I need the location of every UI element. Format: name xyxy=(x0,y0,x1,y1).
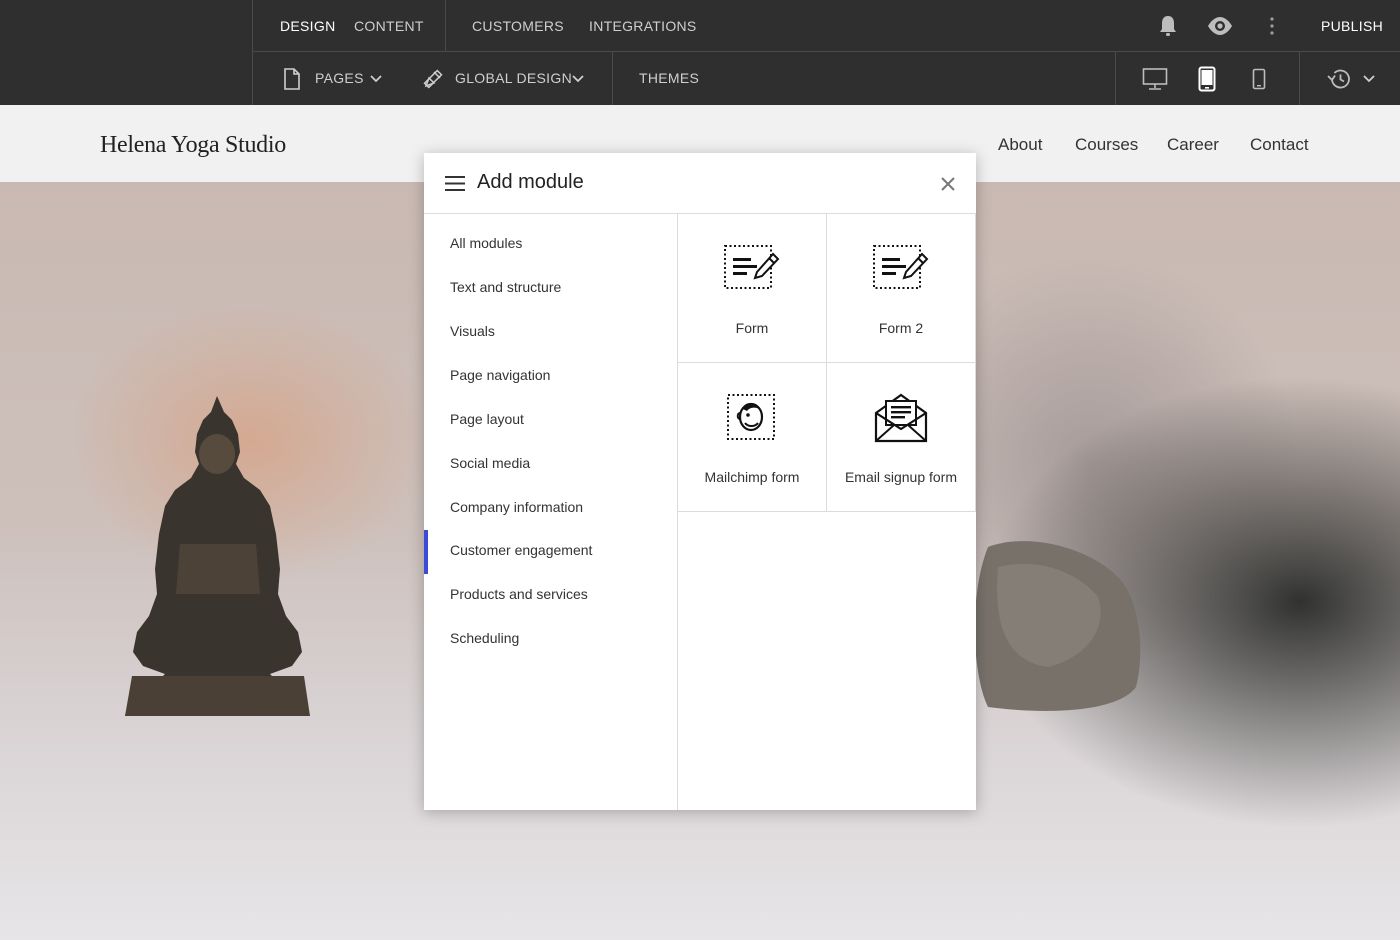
category-page-navigation[interactable]: Page navigation xyxy=(424,355,677,399)
category-label: Customer engagement xyxy=(450,542,593,558)
module-tile-email-signup-form[interactable]: Email signup form xyxy=(827,363,976,512)
tab-design[interactable]: DESIGN xyxy=(280,18,335,34)
category-label: Visuals xyxy=(450,323,495,339)
themes-menu[interactable]: THEMES xyxy=(639,70,699,86)
category-social-media[interactable]: Social media xyxy=(424,443,677,487)
category-label: Scheduling xyxy=(450,630,520,646)
publish-button[interactable]: PUBLISH xyxy=(1321,18,1383,34)
category-label: Social media xyxy=(450,455,531,471)
eye-icon[interactable] xyxy=(1206,14,1234,38)
envelope-icon xyxy=(874,393,928,443)
topbar-main-row: DESIGN CONTENT CUSTOMERS INTEGRATIONS PU… xyxy=(253,0,1400,52)
module-label: Email signup form xyxy=(844,469,958,485)
category-label: Text and structure xyxy=(450,279,562,295)
chevron-down-icon[interactable] xyxy=(571,72,585,86)
category-label: Page layout xyxy=(450,411,524,427)
bell-icon[interactable] xyxy=(1156,13,1180,39)
module-grid: Form Form 2 Mailchimp form Email signup … xyxy=(678,214,976,810)
category-page-layout[interactable]: Page layout xyxy=(424,399,677,443)
site-nav-about[interactable]: About xyxy=(998,135,1042,155)
selection-indicator xyxy=(424,530,428,574)
history-icon[interactable] xyxy=(1324,65,1354,93)
category-products-and-services[interactable]: Products and services xyxy=(424,574,677,618)
form-icon xyxy=(873,245,929,289)
category-all-modules[interactable]: All modules xyxy=(424,223,677,267)
mobile-icon[interactable] xyxy=(1251,67,1267,91)
chevron-down-icon[interactable] xyxy=(1362,72,1376,86)
global-design-menu[interactable]: GLOBAL DESIGN xyxy=(455,70,572,86)
mailchimp-icon xyxy=(727,394,775,440)
category-customer-engagement[interactable]: Customer engagement xyxy=(424,530,677,574)
hamburger-menu-icon[interactable] xyxy=(445,175,465,192)
rock-image xyxy=(974,541,1141,711)
desktop-icon[interactable] xyxy=(1141,66,1169,92)
add-module-dialog: Add module All modules Text and structur… xyxy=(424,153,976,810)
site-nav-contact[interactable]: Contact xyxy=(1250,135,1309,155)
dialog-title: Add module xyxy=(477,171,584,193)
pencil-ruler-icon xyxy=(421,67,445,91)
module-label: Mailchimp form xyxy=(704,469,800,485)
category-label: All modules xyxy=(450,235,523,251)
editor-topbar: DESIGN CONTENT CUSTOMERS INTEGRATIONS PU… xyxy=(0,0,1400,105)
tab-content[interactable]: CONTENT xyxy=(354,18,424,34)
category-label: Products and services xyxy=(450,586,588,602)
category-visuals[interactable]: Visuals xyxy=(424,311,677,355)
category-label: Page navigation xyxy=(450,367,551,383)
tab-integrations[interactable]: INTEGRATIONS xyxy=(589,18,697,34)
more-vertical-icon[interactable] xyxy=(1264,13,1280,39)
topbar-sub-row: PAGES GLOBAL DESIGN THEMES xyxy=(253,52,1400,105)
divider xyxy=(1299,52,1300,105)
form-icon xyxy=(724,245,780,289)
divider xyxy=(445,0,446,52)
module-tile-form[interactable]: Form xyxy=(678,214,827,363)
category-text-and-structure[interactable]: Text and structure xyxy=(424,267,677,311)
divider xyxy=(1115,52,1116,105)
module-category-list: All modules Text and structure Visuals P… xyxy=(424,214,678,810)
site-nav-courses[interactable]: Courses xyxy=(1075,135,1138,155)
page-icon xyxy=(282,67,302,91)
divider xyxy=(612,52,613,105)
tab-customers[interactable]: CUSTOMERS xyxy=(472,18,564,34)
category-company-information[interactable]: Company information xyxy=(424,487,677,531)
site-title[interactable]: Helena Yoga Studio xyxy=(100,132,286,159)
pages-menu[interactable]: PAGES xyxy=(315,70,364,86)
module-tile-mailchimp-form[interactable]: Mailchimp form xyxy=(678,363,827,512)
close-icon[interactable] xyxy=(939,175,957,193)
tablet-icon[interactable] xyxy=(1197,65,1217,93)
site-nav-career[interactable]: Career xyxy=(1167,135,1219,155)
chevron-down-icon[interactable] xyxy=(369,72,383,86)
dialog-header: Add module xyxy=(424,153,976,214)
buddha-statue-image xyxy=(125,396,310,716)
module-label: Form 2 xyxy=(878,320,924,336)
module-tile-form-2[interactable]: Form 2 xyxy=(827,214,976,363)
topbar-left-blank xyxy=(0,0,253,105)
category-label: Company information xyxy=(450,499,584,515)
category-scheduling[interactable]: Scheduling xyxy=(424,618,677,662)
module-label: Form xyxy=(735,320,769,336)
